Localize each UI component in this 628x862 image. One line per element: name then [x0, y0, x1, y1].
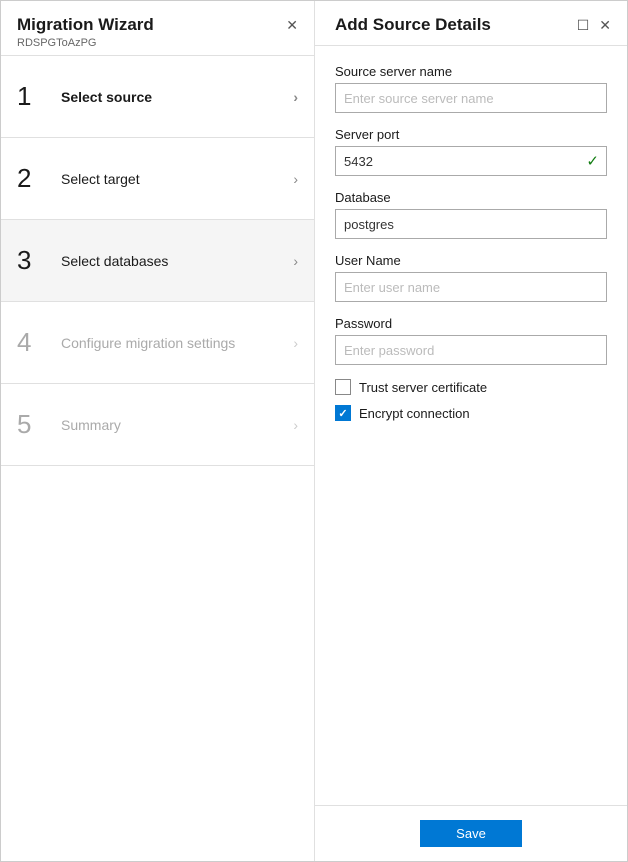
- user-name-group: User Name: [335, 253, 607, 302]
- trust-cert-row[interactable]: Trust server certificate: [335, 379, 607, 395]
- step-1-number: 1: [17, 81, 49, 112]
- user-name-label: User Name: [335, 253, 607, 268]
- maximize-icon[interactable]: ☐: [577, 17, 590, 34]
- server-port-label: Server port: [335, 127, 607, 142]
- right-header-icons: ☐ ✕: [577, 17, 611, 34]
- close-icon[interactable]: ✕: [599, 17, 611, 34]
- step-5-number: 5: [17, 409, 49, 440]
- step-2-label: Select target: [61, 171, 293, 187]
- step-5-chevron: ›: [293, 417, 298, 433]
- left-header-text: Migration Wizard RDSPGToAzPG: [17, 15, 154, 49]
- database-label: Database: [335, 190, 607, 205]
- right-content: Source server name Server port ✓ Databas…: [315, 46, 627, 805]
- step-1-chevron: ›: [293, 89, 298, 105]
- encrypt-conn-label: Encrypt connection: [359, 406, 470, 421]
- save-button[interactable]: Save: [420, 820, 522, 847]
- user-name-input[interactable]: [335, 272, 607, 302]
- step-5-label: Summary: [61, 417, 293, 433]
- right-panel-title: Add Source Details: [335, 15, 491, 35]
- encrypt-conn-row[interactable]: Encrypt connection: [335, 405, 607, 421]
- step-3-number: 3: [17, 245, 49, 276]
- server-port-input-wrapper: ✓: [335, 146, 607, 176]
- trust-cert-checkbox[interactable]: [335, 379, 351, 395]
- step-4-label: Configure migration settings: [61, 335, 293, 351]
- database-input[interactable]: [335, 209, 607, 239]
- step-4-chevron: ›: [293, 335, 298, 351]
- trust-cert-label: Trust server certificate: [359, 380, 487, 395]
- port-check-icon: ✓: [586, 152, 599, 170]
- step-4[interactable]: 4 Configure migration settings ›: [1, 302, 314, 384]
- password-label: Password: [335, 316, 607, 331]
- wizard-title: Migration Wizard: [17, 15, 154, 35]
- password-input[interactable]: [335, 335, 607, 365]
- wizard-subtitle: RDSPGToAzPG: [17, 37, 154, 49]
- step-3-label: Select databases: [61, 253, 293, 269]
- server-port-input[interactable]: [335, 146, 607, 176]
- source-server-name-group: Source server name: [335, 64, 607, 113]
- source-server-name-label: Source server name: [335, 64, 607, 79]
- right-footer: Save: [315, 805, 627, 861]
- step-5[interactable]: 5 Summary ›: [1, 384, 314, 466]
- step-4-number: 4: [17, 327, 49, 358]
- step-1-label: Select source: [61, 89, 293, 105]
- wizard-steps: 1 Select source › 2 Select target › 3 Se…: [1, 56, 314, 861]
- step-3-chevron: ›: [293, 253, 298, 269]
- source-server-name-input[interactable]: [335, 83, 607, 113]
- step-3[interactable]: 3 Select databases ›: [1, 220, 314, 302]
- step-2-number: 2: [17, 163, 49, 194]
- left-panel: Migration Wizard RDSPGToAzPG ✕ 1 Select …: [1, 1, 315, 861]
- password-group: Password: [335, 316, 607, 365]
- step-2-chevron: ›: [293, 171, 298, 187]
- left-header: Migration Wizard RDSPGToAzPG ✕: [1, 1, 314, 56]
- database-group: Database: [335, 190, 607, 239]
- server-port-group: Server port ✓: [335, 127, 607, 176]
- encrypt-conn-checkbox[interactable]: [335, 405, 351, 421]
- right-panel: Add Source Details ☐ ✕ Source server nam…: [315, 1, 627, 861]
- right-header: Add Source Details ☐ ✕: [315, 1, 627, 46]
- step-2[interactable]: 2 Select target ›: [1, 138, 314, 220]
- step-1[interactable]: 1 Select source ›: [1, 56, 314, 138]
- wizard-close-icon[interactable]: ✕: [286, 17, 298, 34]
